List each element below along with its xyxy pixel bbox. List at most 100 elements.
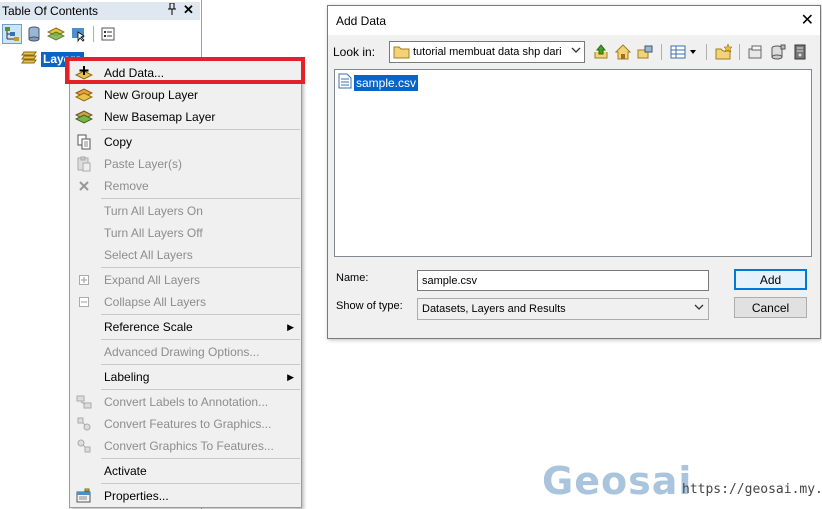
home-icon[interactable] xyxy=(613,42,633,62)
menu-separator xyxy=(101,129,300,130)
menu-item-copy[interactable]: Copy xyxy=(70,131,301,153)
add-button[interactable]: Add xyxy=(734,269,807,290)
database-icon[interactable] xyxy=(768,42,788,62)
look-in-value: tutorial membuat data shp dari t xyxy=(413,46,563,58)
paste-icon xyxy=(75,155,93,173)
add-data-highlight-box xyxy=(65,57,305,84)
menu-item-properties[interactable]: Properties... xyxy=(70,485,301,507)
chevron-down-icon xyxy=(571,46,581,56)
expand-icon xyxy=(75,271,93,289)
layers-context-menu: Add Data... New Group Layer New Basemap … xyxy=(69,59,302,508)
menu-item-reference-scale[interactable]: Reference Scale ▶ xyxy=(70,316,301,338)
folder-icon xyxy=(393,45,410,62)
name-input[interactable] xyxy=(417,270,709,291)
layers-icon xyxy=(20,51,38,68)
dialog-titlebar: Add Data ✕ xyxy=(328,6,820,35)
file-name: sample.csv xyxy=(354,74,419,91)
list-by-selection-icon[interactable] xyxy=(68,24,88,44)
look-in-dropdown[interactable]: tutorial membuat data shp dari t xyxy=(389,41,585,63)
menu-item-activate[interactable]: Activate xyxy=(70,460,301,482)
menu-item-convert-features-to-graphics[interactable]: Convert Features to Graphics... xyxy=(70,413,301,435)
menu-label: Reference Scale xyxy=(104,320,193,334)
view-options-icon[interactable] xyxy=(668,42,702,62)
csv-file-icon xyxy=(338,73,352,92)
toolbar-separator xyxy=(93,26,94,42)
toc-close-icon[interactable]: ✕ xyxy=(183,2,194,18)
menu-item-expand-all-layers[interactable]: Expand All Layers xyxy=(70,269,301,291)
menu-item-paste-layers[interactable]: Paste Layer(s) xyxy=(70,153,301,175)
menu-item-new-basemap-layer[interactable]: New Basemap Layer xyxy=(70,106,301,128)
menu-label: Collapse All Layers xyxy=(104,295,207,309)
submenu-arrow-icon: ▶ xyxy=(287,371,294,382)
menu-item-turn-all-layers-off[interactable]: Turn All Layers Off xyxy=(70,222,301,244)
menu-label: Advanced Drawing Options... xyxy=(104,345,260,359)
toolbar-separator xyxy=(661,44,662,60)
up-one-level-icon[interactable] xyxy=(591,42,611,62)
menu-item-new-group-layer[interactable]: New Group Layer xyxy=(70,84,301,106)
pin-icon[interactable] xyxy=(167,2,177,18)
convert-features-icon xyxy=(75,415,93,433)
menu-label: Convert Features to Graphics... xyxy=(104,417,272,431)
menu-item-convert-graphics-to-features[interactable]: Convert Graphics To Features... xyxy=(70,435,301,457)
menu-separator xyxy=(101,198,300,199)
connect-folder-icon[interactable] xyxy=(635,42,655,62)
menu-item-convert-labels-to-annotation[interactable]: Convert Labels to Annotation... xyxy=(70,391,301,413)
show-of-type-label: Show of type: xyxy=(336,300,403,312)
basemap-layer-icon xyxy=(75,108,93,126)
menu-separator xyxy=(101,364,300,365)
menu-item-select-all-layers[interactable]: Select All Layers xyxy=(70,244,301,266)
menu-label: Copy xyxy=(104,135,133,149)
menu-separator xyxy=(101,483,300,484)
file-item-sample-csv[interactable]: sample.csv xyxy=(338,73,419,92)
toc-titlebar: Table Of Contents ✕ xyxy=(0,2,200,20)
menu-label: Turn All Layers Off xyxy=(104,226,203,240)
menu-label: Labeling xyxy=(104,370,150,384)
group-layer-icon xyxy=(75,86,93,104)
menu-item-turn-all-layers-on[interactable]: Turn All Layers On xyxy=(70,200,301,222)
submenu-arrow-icon: ▶ xyxy=(287,321,294,332)
name-label: Name: xyxy=(336,272,369,284)
new-folder-icon[interactable] xyxy=(714,42,734,62)
menu-label: Paste Layer(s) xyxy=(104,157,183,171)
menu-label: Properties... xyxy=(104,489,169,503)
toc-title: Table Of Contents xyxy=(2,4,99,18)
menu-label: Expand All Layers xyxy=(104,273,201,287)
options-icon[interactable] xyxy=(98,24,118,44)
menu-label: Convert Labels to Annotation... xyxy=(104,395,269,409)
add-data-dialog: Add Data ✕ Look in: tutorial membuat dat… xyxy=(327,5,821,339)
menu-label: New Group Layer xyxy=(104,88,199,102)
convert-labels-icon xyxy=(75,393,93,411)
close-icon[interactable]: ✕ xyxy=(801,10,814,30)
dialog-title: Add Data xyxy=(336,14,387,28)
toolbar-separator xyxy=(706,44,707,60)
collapse-icon xyxy=(75,293,93,311)
watermark-url: https://geosai.my.id xyxy=(682,482,822,497)
remove-icon xyxy=(75,177,93,195)
menu-separator xyxy=(101,389,300,390)
menu-separator xyxy=(101,267,300,268)
menu-item-labeling[interactable]: Labeling ▶ xyxy=(70,366,301,388)
menu-label: Convert Graphics To Features... xyxy=(104,439,274,453)
menu-label: Remove xyxy=(104,179,149,193)
menu-separator xyxy=(101,314,300,315)
menu-label: Turn All Layers On xyxy=(104,204,203,218)
menu-item-collapse-all-layers[interactable]: Collapse All Layers xyxy=(70,291,301,313)
convert-graphics-icon xyxy=(75,437,93,455)
look-in-label: Look in: xyxy=(333,45,376,59)
cancel-button[interactable]: Cancel xyxy=(734,297,807,318)
catalog-icon[interactable] xyxy=(746,42,766,62)
menu-label: Activate xyxy=(104,464,147,478)
copy-icon xyxy=(75,133,93,151)
server-icon[interactable] xyxy=(790,42,810,62)
menu-item-advanced-drawing-options[interactable]: Advanced Drawing Options... xyxy=(70,341,301,363)
list-by-drawing-order-icon[interactable] xyxy=(2,24,22,44)
menu-separator xyxy=(101,339,300,340)
menu-separator xyxy=(101,458,300,459)
file-list[interactable]: sample.csv xyxy=(334,69,812,257)
menu-item-remove[interactable]: Remove xyxy=(70,175,301,197)
list-by-source-icon[interactable] xyxy=(24,24,44,44)
show-of-type-dropdown[interactable]: Datasets, Layers and Results xyxy=(417,298,709,320)
toc-toolbar xyxy=(0,22,200,46)
list-by-visibility-icon[interactable] xyxy=(46,24,66,44)
properties-icon xyxy=(75,487,93,505)
